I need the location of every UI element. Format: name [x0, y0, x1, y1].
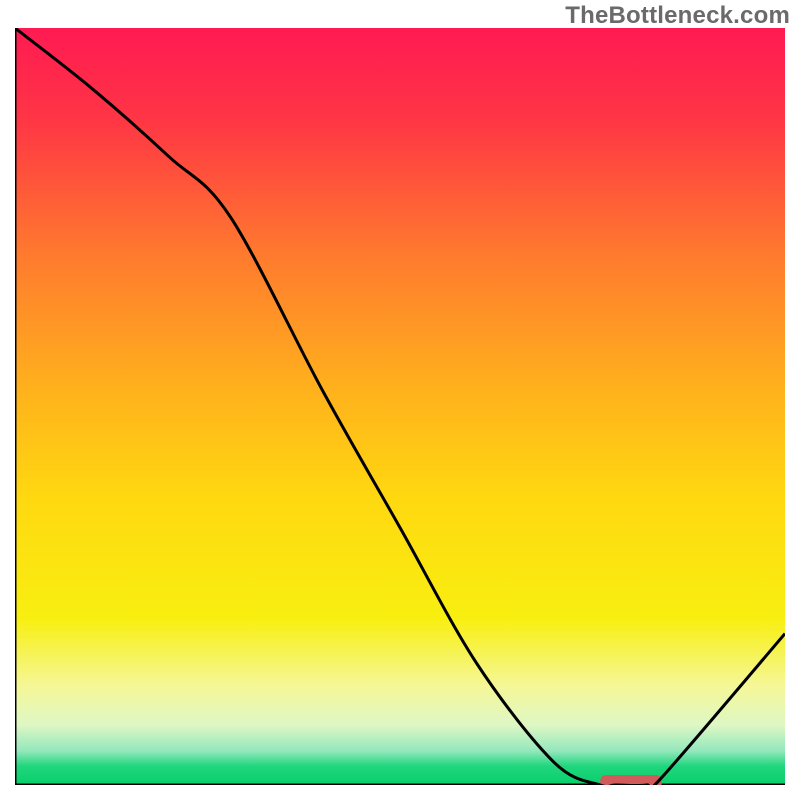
chart-container: TheBottleneck.com	[0, 0, 800, 800]
plot-area	[15, 28, 785, 785]
optimum-marker	[600, 775, 662, 785]
watermark-text: TheBottleneck.com	[565, 2, 790, 30]
gradient-background	[15, 28, 785, 785]
chart-svg	[15, 28, 785, 785]
